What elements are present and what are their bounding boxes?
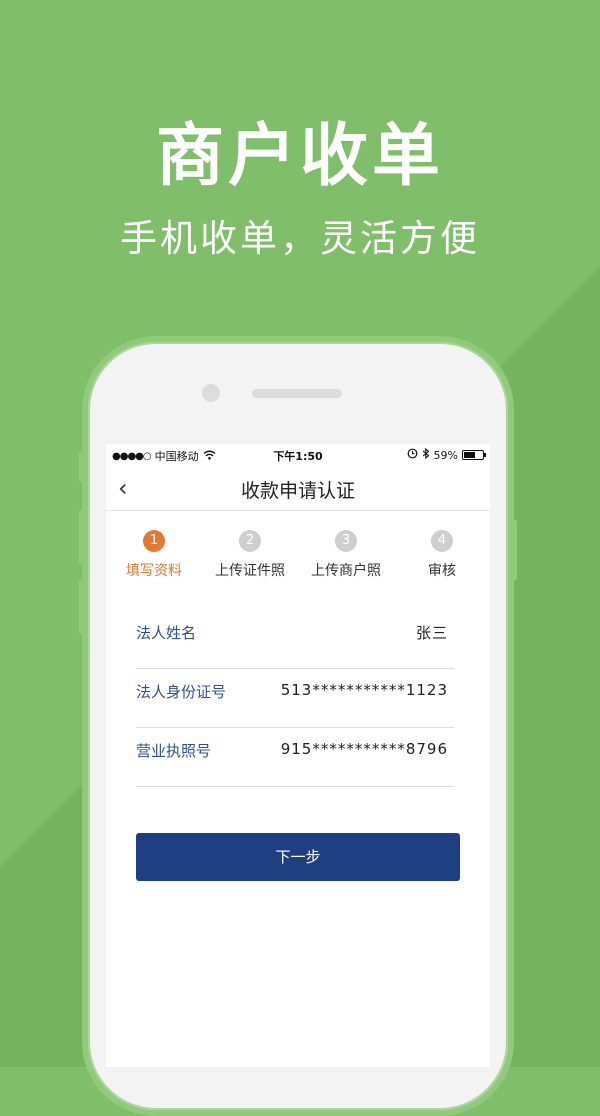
legal-name-label: 法人姓名	[136, 624, 197, 642]
phone-camera	[202, 384, 220, 402]
phone-side-button	[79, 452, 84, 482]
next-step-button[interactable]: 下一步	[136, 833, 460, 881]
license-number-row[interactable]: 营业执照号 915***********8796	[136, 728, 454, 787]
bluetooth-icon	[422, 447, 430, 462]
step-number: 2	[239, 530, 261, 552]
promo-title: 商户收单	[155, 117, 444, 196]
step-label: 上传商户照	[311, 563, 381, 579]
status-bar: ●●●●○ 中国移动 下午1:50 59%	[106, 444, 490, 466]
step-1: 1 填写资料	[106, 530, 202, 580]
phone-speaker	[252, 389, 342, 398]
page-title: 收款申请认证	[240, 480, 355, 502]
battery-icon	[462, 450, 486, 460]
license-number-field[interactable]: 915***********8796	[281, 740, 448, 758]
battery-level-fill	[464, 452, 475, 458]
step-number: 4	[431, 530, 453, 552]
nav-bar: ‹ 收款申请认证	[106, 466, 490, 511]
step-3: 3 上传商户照	[298, 530, 394, 580]
id-number-row[interactable]: 法人身份证号 513***********1123	[136, 669, 454, 728]
phone-volume-up	[79, 510, 84, 564]
app-screen: ●●●●○ 中国移动 下午1:50 59% ‹ 收款申请认证 1 填写资料 2 …	[106, 444, 490, 1067]
phone-volume-down	[79, 580, 84, 634]
legal-name-row[interactable]: 法人姓名 张三	[136, 610, 454, 669]
license-number-label: 营业执照号	[136, 742, 212, 760]
step-label: 审核	[428, 563, 456, 579]
step-number: 3	[335, 530, 357, 552]
id-number-field[interactable]: 513***********1123	[281, 681, 448, 699]
step-4: 4 审核	[394, 530, 490, 580]
promo-subtitle: 手机收单，灵活方便	[120, 217, 480, 260]
step-label: 填写资料	[126, 563, 182, 579]
step-2: 2 上传证件照	[202, 530, 298, 580]
battery-percent: 59%	[433, 448, 458, 462]
step-number: 1	[143, 530, 165, 552]
id-number-label: 法人身份证号	[136, 683, 227, 701]
step-indicator: 1 填写资料 2 上传证件照 3 上传商户照 4 审核	[106, 530, 490, 590]
phone-power-button	[512, 520, 517, 580]
alarm-icon	[407, 448, 418, 462]
step-label: 上传证件照	[215, 563, 285, 579]
legal-name-field[interactable]: 张三	[416, 622, 448, 643]
info-form: 法人姓名 张三 法人身份证号 513***********1123 营业执照号 …	[136, 610, 454, 787]
